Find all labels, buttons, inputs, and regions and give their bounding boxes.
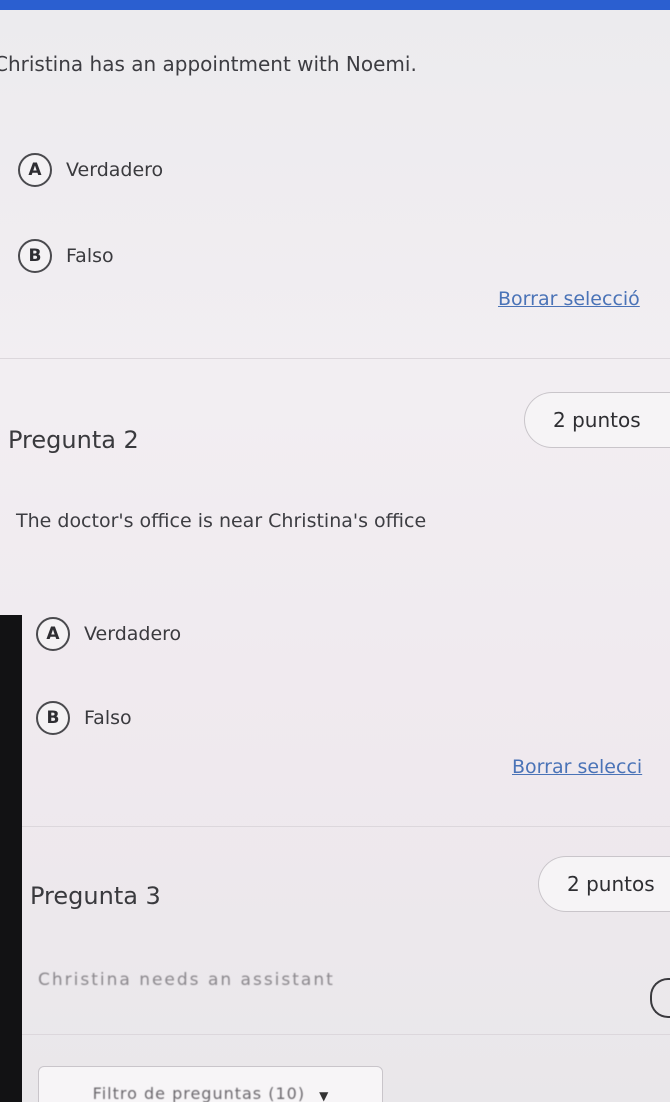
question2-option-a[interactable]: A Verdadero xyxy=(36,616,181,652)
question2-text: The doctor's office is near Christina's … xyxy=(16,510,427,532)
question-filter-dropdown[interactable]: Filtro de preguntas (10) ▼ xyxy=(38,1066,383,1102)
question1-option-b[interactable]: B Falso xyxy=(18,238,114,274)
question3-points-badge: 2 puntos xyxy=(538,856,670,912)
question2-points-badge: 2 puntos xyxy=(524,392,670,448)
section-divider xyxy=(0,826,670,827)
option-letter: B xyxy=(36,701,70,735)
section-divider xyxy=(22,1034,670,1035)
option-letter: A xyxy=(18,153,52,187)
option-letter: B xyxy=(18,239,52,273)
option-label: Falso xyxy=(66,245,114,267)
option-label: Verdadero xyxy=(66,159,164,181)
side-bracket-icon xyxy=(650,978,670,1018)
top-accent-bar xyxy=(0,0,670,10)
question2-title: Pregunta 2 xyxy=(8,426,139,454)
chevron-down-icon: ▼ xyxy=(319,1089,329,1102)
option-label: Verdadero xyxy=(84,623,182,645)
question3-text: Christina needs an assistant xyxy=(38,970,335,990)
question1-option-a[interactable]: A Verdadero xyxy=(18,152,163,188)
question1-clear-selection-link[interactable]: Borrar selecció xyxy=(498,288,640,310)
option-label: Falso xyxy=(84,707,132,729)
left-dark-edge xyxy=(0,615,22,1102)
option-letter: A xyxy=(36,617,70,651)
question1-text: Christina has an appointment with Noemi. xyxy=(0,52,417,76)
quiz-page: Christina has an appointment with Noemi.… xyxy=(0,0,670,1102)
question2-clear-selection-link[interactable]: Borrar selecci xyxy=(512,756,642,778)
question2-option-b[interactable]: B Falso xyxy=(36,700,132,736)
section-divider xyxy=(0,358,670,359)
question3-title: Pregunta 3 xyxy=(30,882,161,910)
filter-label: Filtro de preguntas (10) xyxy=(92,1084,306,1102)
